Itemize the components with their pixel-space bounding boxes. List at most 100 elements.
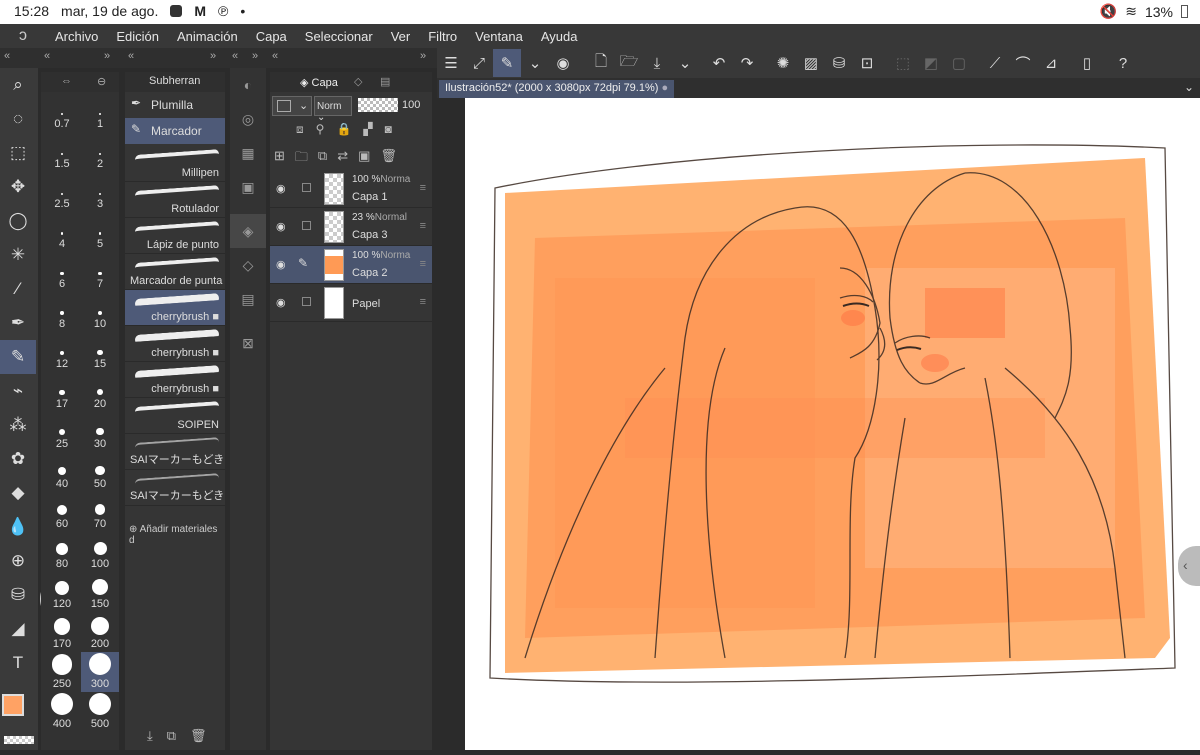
expression-color-dropdown[interactable]: ⌄: [272, 96, 312, 116]
brush-size-cell[interactable]: 300: [81, 652, 119, 692]
brush-size-cell[interactable]: 1: [81, 92, 119, 132]
navigator-icon[interactable]: ▤: [380, 75, 390, 88]
move-layer-icon[interactable]: ✥: [0, 170, 36, 204]
menu-ayuda[interactable]: Ayuda: [532, 29, 587, 44]
chevron-down-icon[interactable]: ⌄: [671, 49, 699, 77]
zoom-icon[interactable]: ⌕: [0, 68, 36, 102]
invert-selection-icon[interactable]: ◩: [917, 49, 945, 77]
color-wheel-icon[interactable]: ◐: [230, 68, 266, 102]
collapse-right-icon[interactable]: »: [252, 50, 258, 62]
chevron-down-icon[interactable]: ⌄: [1184, 80, 1194, 94]
brush-item[interactable]: SAIマーカーもどき: [125, 434, 225, 470]
download-icon[interactable]: ⤓: [147, 728, 153, 744]
drag-handle-icon[interactable]: ≡: [420, 220, 426, 232]
smartphone-icon[interactable]: ▯: [1073, 49, 1101, 77]
opacity-value[interactable]: 100: [402, 99, 420, 111]
brush-size-cell[interactable]: 2: [81, 132, 119, 172]
undo-icon[interactable]: ↶: [705, 49, 733, 77]
new-folder-icon[interactable]: 🗀: [295, 148, 308, 170]
menu-seleccionar[interactable]: Seleccionar: [296, 29, 382, 44]
quick-access-icon[interactable]: ✎: [493, 49, 521, 77]
move-icon[interactable]: ◌: [0, 102, 36, 136]
lasso-icon[interactable]: ◯: [0, 204, 36, 238]
layer-property-icon[interactable]: ◇: [230, 248, 266, 282]
duplicate-icon[interactable]: ⧉: [167, 728, 176, 744]
menu-filtro[interactable]: Filtro: [419, 29, 466, 44]
layer-checkbox[interactable]: [302, 297, 311, 306]
operation-icon[interactable]: ⬚: [0, 136, 36, 170]
fill-icon[interactable]: ⛁: [0, 578, 36, 612]
eye-icon[interactable]: ◉: [276, 182, 286, 195]
collapse-left-icon[interactable]: «: [128, 50, 134, 62]
blend-mode-dropdown[interactable]: Norm ⌄: [314, 96, 352, 123]
fill-icon[interactable]: ⛁: [825, 49, 853, 77]
menu-capa[interactable]: Capa: [247, 29, 296, 44]
subtool-group-plumilla[interactable]: ✒ Plumilla: [125, 92, 225, 118]
material-icon[interactable]: ⊠: [230, 326, 266, 360]
brush-size-cell[interactable]: 400: [43, 692, 81, 732]
brush-size-cell[interactable]: 40: [43, 452, 81, 492]
collapse-right-icon[interactable]: »: [210, 50, 216, 62]
save-icon[interactable]: ⤓: [643, 49, 671, 77]
layers-tab[interactable]: ◈ Capa: [300, 76, 338, 89]
brush-size-cell[interactable]: 15: [81, 332, 119, 372]
brush-size-cell[interactable]: 3: [81, 172, 119, 212]
app-logo-icon[interactable]: ↄ: [0, 27, 46, 45]
lock-icon[interactable]: 🔒: [336, 122, 351, 137]
brush-item[interactable]: Millipen: [125, 146, 225, 182]
eyedropper-icon[interactable]: ⁄: [0, 272, 36, 306]
brush-size-cell[interactable]: 70: [81, 492, 119, 532]
brush-size-cell[interactable]: 25: [43, 412, 81, 452]
subtool-group-marcador[interactable]: ✎ Marcador: [125, 118, 225, 144]
eye-icon[interactable]: ◉: [276, 258, 286, 271]
brush-snap-icon[interactable]: ⌒: [1009, 49, 1037, 77]
brush-size-cell[interactable]: 0.7: [43, 92, 81, 132]
merge-down-icon[interactable]: ⧉: [318, 148, 327, 170]
drag-handle-icon[interactable]: ≡: [420, 182, 426, 194]
menu-ver[interactable]: Ver: [382, 29, 420, 44]
chevron-down-icon[interactable]: ⌄: [521, 49, 549, 77]
brush-size-cell[interactable]: 250: [43, 652, 81, 692]
help-icon[interactable]: ?: [1109, 49, 1137, 77]
eraser-icon[interactable]: ◆: [0, 476, 36, 510]
new-raster-layer-icon[interactable]: ⊞: [274, 148, 285, 170]
layer-checkbox[interactable]: [302, 183, 311, 192]
eye-icon[interactable]: ◉: [276, 296, 286, 309]
blend-icon[interactable]: 💧: [0, 510, 36, 544]
layer-row[interactable]: ◉ 100 %Norma Capa 1 ≡: [270, 170, 432, 208]
lock-transparency-icon[interactable]: ▞: [363, 122, 372, 137]
reference-icon[interactable]: ⚲: [316, 122, 325, 137]
fit-screen-icon[interactable]: ⤢: [465, 49, 493, 77]
brush-size-cell[interactable]: 4: [43, 212, 81, 252]
brush-size-cell[interactable]: 17: [43, 372, 81, 412]
decoration-icon[interactable]: ✿: [0, 442, 36, 476]
collapse-left-icon[interactable]: «: [4, 50, 10, 62]
transform-icon[interactable]: ⊡: [853, 49, 881, 77]
collapse-left-icon[interactable]: «: [272, 50, 278, 62]
text-icon[interactable]: T: [0, 646, 36, 680]
color-history-icon[interactable]: ▦: [230, 136, 266, 170]
brush-icon[interactable]: ⌁: [0, 374, 36, 408]
brush-size-cell[interactable]: 7: [81, 252, 119, 292]
menu-edicion[interactable]: Edición: [107, 29, 168, 44]
drag-handle-icon[interactable]: ≡: [420, 258, 426, 270]
main-color-swatch[interactable]: [2, 694, 24, 716]
collapse-right-icon[interactable]: »: [420, 50, 426, 62]
slider-icon[interactable]: ⇔: [61, 75, 72, 87]
brush-size-cell[interactable]: 30: [81, 412, 119, 452]
deselect-icon[interactable]: ⬚: [889, 49, 917, 77]
brush-size-cell[interactable]: 8: [43, 292, 81, 332]
brush-size-cell[interactable]: 500: [81, 692, 119, 732]
brush-size-cell[interactable]: 100: [81, 532, 119, 572]
opacity-slider[interactable]: [358, 98, 398, 112]
spiral-icon[interactable]: ◉: [549, 49, 577, 77]
layer-row[interactable]: ◉ 23 %Normal Capa 3 ≡: [270, 208, 432, 246]
menu-animacion[interactable]: Animación: [168, 29, 247, 44]
brush-size-cell[interactable]: 10: [81, 292, 119, 332]
transfer-icon[interactable]: ⇄: [337, 148, 348, 170]
brush-item[interactable]: Rotulador: [125, 182, 225, 218]
redo-icon[interactable]: ↷: [733, 49, 761, 77]
mask-icon[interactable]: ◙: [385, 122, 392, 137]
eye-icon[interactable]: ◉: [276, 220, 286, 233]
airbrush-icon[interactable]: ⁂: [0, 408, 36, 442]
